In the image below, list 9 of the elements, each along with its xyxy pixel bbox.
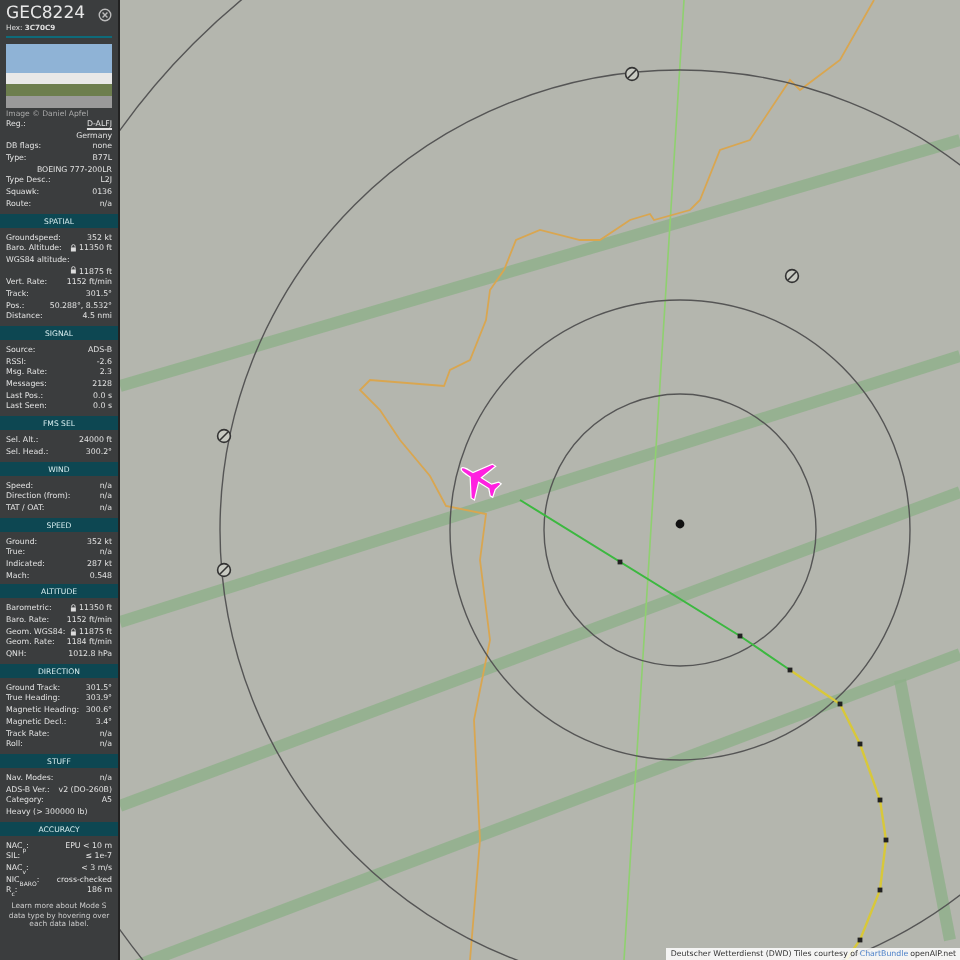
aircraft-icon[interactable] xyxy=(460,463,502,501)
photo-placeholder xyxy=(6,44,112,108)
airfield-icon[interactable] xyxy=(216,428,232,444)
airfield-icon[interactable] xyxy=(624,66,640,82)
callsign-title: GEC8224 xyxy=(6,4,86,24)
airfield-icon[interactable] xyxy=(216,562,232,578)
receiver-dot xyxy=(675,519,685,529)
airfield-icon[interactable] xyxy=(784,268,800,284)
close-icon[interactable] xyxy=(98,7,112,21)
